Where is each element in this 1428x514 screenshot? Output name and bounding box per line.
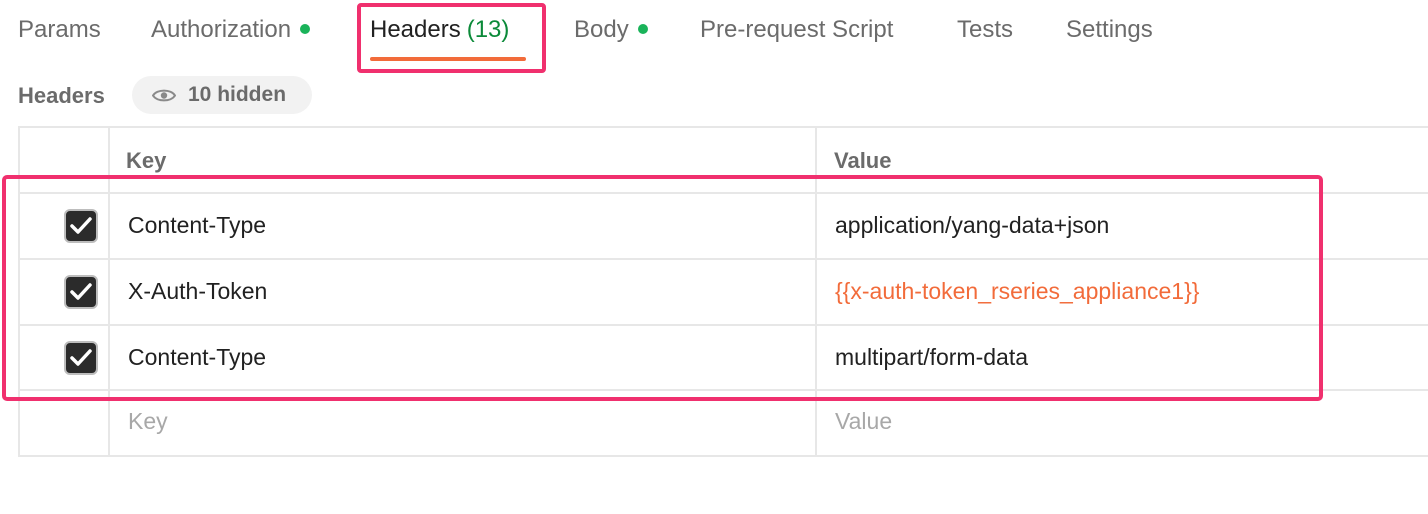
new-key-input[interactable]: Key (128, 403, 168, 439)
row-divider (18, 455, 1428, 457)
eye-icon (152, 89, 176, 102)
tab-settings[interactable]: Settings (1066, 12, 1153, 48)
checkmark-icon (70, 283, 92, 300)
row-divider (18, 389, 1428, 391)
checkmark-icon (70, 349, 92, 366)
column-header-value: Value (834, 148, 892, 173)
tab-pre-request-script[interactable]: Pre-request Script (700, 12, 893, 48)
headers-section-title: Headers (18, 83, 105, 108)
row-divider (18, 192, 1428, 194)
tab-headers-label: Headers (370, 16, 461, 43)
header-key-cell[interactable]: X-Auth-Token (128, 273, 267, 309)
active-tab-underline (370, 57, 526, 61)
tab-params[interactable]: Params (18, 12, 101, 48)
header-value-cell[interactable]: multipart/form-data (835, 339, 1028, 375)
header-key-cell[interactable]: Content-Type (128, 339, 266, 375)
tab-authorization-label: Authorization (151, 16, 292, 43)
row-enabled-checkbox[interactable] (64, 209, 98, 243)
header-key-cell[interactable]: Content-Type (128, 207, 266, 243)
new-value-input[interactable]: Value (835, 403, 892, 439)
tab-headers-count: (13) (466, 16, 510, 43)
column-header-key: Key (126, 148, 167, 173)
tab-headers[interactable]: Headers (13) (370, 12, 509, 48)
tab-authorization[interactable]: Authorization (151, 12, 311, 48)
row-divider (18, 324, 1428, 326)
tab-tests[interactable]: Tests (957, 12, 1013, 48)
tab-tests-label: Tests (957, 16, 1014, 43)
tab-pre-request-script-label: Pre-request Script (700, 16, 894, 43)
header-value-variable-cell[interactable]: {{x-auth-token_rseries_appliance1}} (835, 273, 1199, 309)
column-divider (108, 126, 110, 457)
status-dot-icon (300, 23, 311, 34)
row-enabled-checkbox[interactable] (64, 275, 98, 309)
header-value-cell[interactable]: application/yang-data+json (835, 207, 1109, 243)
tab-body-label: Body (574, 16, 629, 43)
request-tabs: Params Authorization Headers (13) Body Pr… (0, 0, 1428, 62)
hidden-headers-toggle[interactable]: 10 hidden (132, 76, 312, 114)
row-divider (18, 258, 1428, 260)
status-dot-icon (637, 23, 648, 34)
tab-settings-label: Settings (1066, 16, 1153, 43)
tab-body[interactable]: Body (574, 12, 648, 48)
column-divider (815, 126, 817, 457)
tab-params-label: Params (18, 16, 101, 43)
row-enabled-checkbox[interactable] (64, 341, 98, 375)
hidden-headers-label: 10 hidden (188, 83, 287, 106)
checkmark-icon (70, 217, 92, 234)
